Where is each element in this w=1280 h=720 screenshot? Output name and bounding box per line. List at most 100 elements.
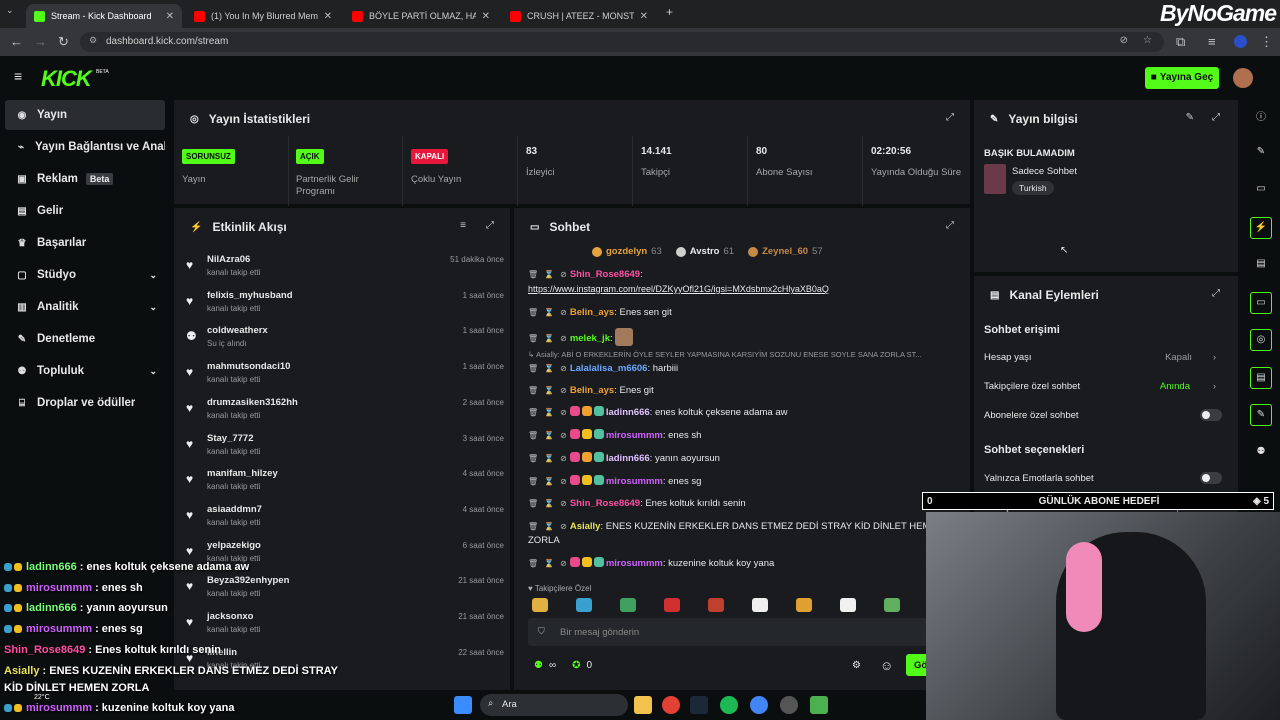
delete-icon[interactable]: 🗑	[528, 431, 538, 440]
sidebar-item[interactable]: ⚉ Topluluk ⌄	[5, 356, 165, 386]
chevron-down-icon[interactable]: ⌄	[149, 270, 157, 281]
url-field[interactable]: ⚙ dashboard.kick.com/stream ⊘ ☆	[80, 32, 1164, 52]
expand-icon[interactable]: ⤢	[946, 112, 954, 123]
settings-gear-icon[interactable]: ⚙	[852, 660, 861, 671]
timeout-icon[interactable]: ⌛	[544, 364, 554, 373]
ban-icon[interactable]: ⊘	[560, 408, 567, 417]
taskbar-search[interactable]: ⌕ Ara	[480, 694, 628, 716]
tab-list-icon[interactable]: ⌄	[6, 5, 14, 16]
extensions-icon[interactable]: ⧉	[1176, 34, 1185, 50]
ban-icon[interactable]: ⊘	[560, 499, 567, 508]
chrome-active-icon[interactable]	[750, 696, 768, 714]
ban-icon[interactable]: ⊘	[560, 270, 567, 279]
chat-username[interactable]: Asially	[570, 521, 601, 532]
activity-username[interactable]: Beyza392enhypen	[207, 575, 289, 586]
activity-username[interactable]: drumzasiken3162hh	[207, 397, 298, 408]
sidebar-item[interactable]: ◉ Yayın	[5, 100, 165, 130]
channel-icon[interactable]: ▤	[1250, 366, 1272, 389]
sidebar-item[interactable]: ✎ Denetleme	[5, 324, 165, 354]
bookmark-star-icon[interactable]: ☆	[1143, 35, 1152, 46]
go-live-button[interactable]: ■ Yayına Geç	[1145, 67, 1219, 89]
activity-username[interactable]: NilAzra06	[207, 254, 250, 265]
list-icon[interactable]: ▤	[1252, 258, 1270, 276]
chat-link[interactable]: https://www.instagram.com/reel/DZKyyOfl2…	[528, 284, 829, 294]
eye-off-icon[interactable]: ⊘	[1120, 35, 1128, 46]
sidebar-item[interactable]: ⌸ Droplar ve ödüller	[5, 388, 165, 418]
emote-icon[interactable]	[532, 598, 548, 612]
timeout-icon[interactable]: ⌛	[544, 270, 554, 279]
setting-value[interactable]: Kapalı	[1165, 352, 1192, 363]
delete-icon[interactable]: 🗑	[528, 334, 538, 343]
info-icon[interactable]: ⓘ	[1252, 108, 1270, 126]
timeout-icon[interactable]: ⌛	[544, 454, 554, 463]
chat-username[interactable]: Lalalalisa_m6606	[570, 363, 648, 374]
chevron-down-icon[interactable]: ⌄	[149, 302, 157, 313]
ban-icon[interactable]: ⊘	[560, 431, 567, 440]
timeout-icon[interactable]: ⌛	[544, 477, 554, 486]
emote-icon[interactable]	[576, 598, 592, 612]
ban-icon[interactable]: ⊘	[560, 386, 567, 395]
expand-icon[interactable]: ⤢	[486, 220, 494, 231]
chat-username[interactable]: ladinn666	[606, 453, 650, 464]
expand-icon[interactable]: ⤢	[946, 220, 954, 231]
avatar[interactable]	[1233, 68, 1253, 88]
activity-username[interactable]: yelpazekigo	[207, 540, 261, 551]
close-tab-icon[interactable]: ✕	[640, 11, 648, 22]
ban-icon[interactable]: ⊘	[560, 559, 567, 568]
timeout-icon[interactable]: ⌛	[544, 559, 554, 568]
windows-start-icon[interactable]	[454, 696, 472, 714]
activity-username[interactable]: jacksonxo	[207, 611, 253, 622]
category-name[interactable]: Sadece Sohbet	[1012, 166, 1077, 177]
emote-icon[interactable]	[708, 598, 724, 612]
filter-icon[interactable]: ≡	[460, 220, 466, 231]
emote-icon[interactable]	[884, 598, 900, 612]
delete-icon[interactable]: 🗑	[528, 522, 538, 531]
close-tab-icon[interactable]: ✕	[166, 11, 174, 22]
activity-username[interactable]: Stay_7772	[207, 433, 253, 444]
emote-icon[interactable]	[752, 598, 768, 612]
timeout-icon[interactable]: ⌛	[544, 334, 554, 343]
chat-username[interactable]: mirosummm	[606, 430, 663, 441]
activity-username[interactable]: felixis_myhusband	[207, 290, 293, 301]
setting-toggle[interactable]	[1200, 472, 1222, 484]
reload-icon[interactable]: ↻	[58, 34, 69, 50]
timeout-icon[interactable]: ⌛	[544, 408, 554, 417]
ban-icon[interactable]: ⊘	[560, 477, 567, 486]
minecraft-icon[interactable]	[810, 696, 828, 714]
timeout-icon[interactable]: ⌛	[544, 499, 554, 508]
timeout-icon[interactable]: ⌛	[544, 386, 554, 395]
emote-icon[interactable]	[664, 598, 680, 612]
browser-tab[interactable]: CRUSH | ATEEZ - MONSTA X Ist ✕	[502, 4, 656, 28]
browser-tab[interactable]: BÖYLE PARTİ OLMAZ, HAVUZA ✕	[344, 4, 498, 28]
emote-icon[interactable]	[620, 598, 636, 612]
delete-icon[interactable]: 🗑	[528, 559, 538, 568]
expand-icon[interactable]: ⤢	[1212, 288, 1220, 299]
new-tab-icon[interactable]: +	[666, 5, 673, 19]
delete-icon[interactable]: 🗑	[528, 364, 538, 373]
chevron-down-icon[interactable]: ⌄	[149, 366, 157, 377]
chat-icon[interactable]: ▭	[1250, 291, 1272, 314]
chat-username[interactable]: mirosummm	[606, 558, 663, 569]
timeout-icon[interactable]: ⌛	[544, 431, 554, 440]
ban-icon[interactable]: ⊘	[560, 364, 567, 373]
timeout-icon[interactable]: ⌛	[544, 308, 554, 317]
edit-icon[interactable]: ✎	[1252, 146, 1270, 164]
delete-icon[interactable]: 🗑	[528, 477, 538, 486]
emote-icon[interactable]	[796, 598, 812, 612]
more-icon[interactable]: ⚉	[1252, 446, 1270, 464]
activity-username[interactable]: manifam_hilzey	[207, 468, 278, 479]
profile-icon[interactable]	[1234, 35, 1247, 48]
browser-tab[interactable]: Stream - Kick Dashboard ✕	[26, 4, 182, 28]
top-chatter[interactable]: gozdelyn 63	[592, 246, 662, 257]
emote-picker-icon[interactable]: ☺	[880, 658, 893, 673]
hamburger-menu-icon[interactable]: ≡	[14, 68, 22, 84]
file-explorer-icon[interactable]	[634, 696, 652, 714]
video-icon[interactable]: ▭	[1252, 183, 1270, 201]
steam-icon[interactable]	[690, 696, 708, 714]
chat-username[interactable]: Shin_Rose8649	[570, 269, 640, 280]
forward-icon[interactable]: →	[34, 34, 47, 49]
ban-icon[interactable]: ⊘	[560, 308, 567, 317]
chat-username[interactable]: melek_jk	[570, 333, 610, 344]
chat-username[interactable]: Belin_ays	[570, 307, 614, 318]
app-icon[interactable]	[780, 696, 798, 714]
